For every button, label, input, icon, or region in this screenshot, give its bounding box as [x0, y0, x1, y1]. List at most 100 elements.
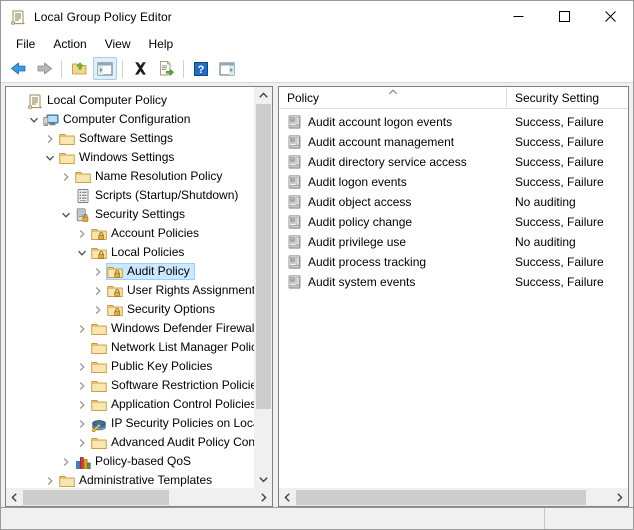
- menu-file[interactable]: File: [7, 34, 44, 54]
- chevron-right-icon[interactable]: [90, 262, 106, 281]
- scroll-left-arrow-icon[interactable]: [279, 489, 296, 506]
- table-row[interactable]: 10 010 Audit account management Success, Fa…: [279, 132, 628, 152]
- chevron-right-icon[interactable]: [74, 357, 90, 376]
- forward-button[interactable]: [32, 57, 56, 80]
- tree-hscroll-track[interactable]: [23, 489, 255, 506]
- chevron-down-icon[interactable]: [26, 110, 42, 129]
- tree-vscroll-thumb[interactable]: [256, 104, 271, 409]
- chevron-down-icon[interactable]: [74, 243, 90, 262]
- tree-item-content[interactable]: Network List Manager Policie: [90, 339, 254, 356]
- chevron-right-icon[interactable]: [42, 471, 58, 488]
- table-row[interactable]: 10 010 Audit policy change Success, Failure: [279, 212, 628, 232]
- menu-help[interactable]: Help: [140, 34, 183, 54]
- tree-item-content[interactable]: Local Policies: [90, 244, 189, 261]
- tree-item-content[interactable]: IP Security Policies on Local: [90, 415, 254, 433]
- tree-item-security-options[interactable]: Security Options: [6, 300, 254, 319]
- minimize-button[interactable]: [495, 1, 541, 32]
- chevron-right-icon[interactable]: [74, 319, 90, 338]
- tree-item-content[interactable]: Scripts (Startup/Shutdown): [74, 187, 243, 204]
- menu-action[interactable]: Action: [44, 34, 95, 54]
- up-one-level-button[interactable]: [67, 57, 91, 80]
- chevron-right-icon[interactable]: [74, 414, 90, 433]
- tree-item-content[interactable]: Software Restriction Policies: [90, 377, 254, 394]
- tree-item-security-settings[interactable]: Security Settings: [6, 205, 254, 224]
- tree-item-local-computer-policy[interactable]: Local Computer Policy: [6, 91, 254, 110]
- tree-hscroll-thumb[interactable]: [23, 490, 170, 505]
- tree-item-content[interactable]: Software Settings: [58, 130, 178, 147]
- chevron-right-icon[interactable]: [58, 167, 74, 186]
- tree-item-content[interactable]: Windows Settings: [58, 149, 179, 166]
- chevron-right-icon[interactable]: [74, 376, 90, 395]
- tree-vertical-scrollbar[interactable]: [254, 87, 272, 488]
- table-row[interactable]: 10 010 Audit privilege use No auditing: [279, 232, 628, 252]
- tree-item-ip-security-policies-on-local[interactable]: IP Security Policies on Local: [6, 414, 254, 433]
- tree-item-account-policies[interactable]: Account Policies: [6, 224, 254, 243]
- tree-item-content[interactable]: Local Computer Policy: [26, 92, 172, 109]
- tree-item-advanced-audit-policy-conf[interactable]: Advanced Audit Policy Conf: [6, 433, 254, 452]
- tree-item-administrative-templates[interactable]: Administrative Templates: [6, 471, 254, 488]
- tree-item-software-settings[interactable]: Software Settings: [6, 129, 254, 148]
- tree-item-content[interactable]: Windows Defender Firewall w: [90, 320, 254, 337]
- tree-item-windows-defender-firewall-w[interactable]: Windows Defender Firewall w: [6, 319, 254, 338]
- table-row[interactable]: 10 010 Audit process tracking Success, Fail…: [279, 252, 628, 272]
- scroll-up-arrow-icon[interactable]: [255, 87, 272, 104]
- tree-item-content[interactable]: Security Settings: [74, 206, 190, 223]
- chevron-right-icon[interactable]: [74, 395, 90, 414]
- tree-item-windows-settings[interactable]: Windows Settings: [6, 148, 254, 167]
- show-hide-action-pane-button[interactable]: [215, 57, 239, 80]
- chevron-right-icon[interactable]: [74, 224, 90, 243]
- tree-item-content[interactable]: Application Control Policies: [90, 396, 254, 413]
- tree-item-public-key-policies[interactable]: Public Key Policies: [6, 357, 254, 376]
- tree-item-content[interactable]: Public Key Policies: [90, 358, 217, 375]
- chevron-right-icon[interactable]: [90, 300, 106, 319]
- tree-item-network-list-manager-policie[interactable]: Network List Manager Policie: [6, 338, 254, 357]
- tree-item-content[interactable]: Security Options: [106, 301, 220, 318]
- tree-item-content[interactable]: Computer Configuration: [42, 111, 195, 128]
- chevron-right-icon[interactable]: [90, 281, 106, 300]
- tree-item-software-restriction-policies[interactable]: Software Restriction Policies: [6, 376, 254, 395]
- table-row[interactable]: 10 010 Audit logon events Success, Failure: [279, 172, 628, 192]
- chevron-down-icon[interactable]: [58, 205, 74, 224]
- tree-vscroll-track[interactable]: [255, 104, 272, 471]
- chevron-right-icon[interactable]: [74, 433, 90, 452]
- chevron-down-icon[interactable]: [42, 148, 58, 167]
- delete-button[interactable]: [128, 57, 152, 80]
- tree-item-content[interactable]: Audit Policy: [106, 263, 195, 280]
- back-button[interactable]: [6, 57, 30, 80]
- menu-view[interactable]: View: [96, 34, 140, 54]
- table-row[interactable]: 10 010 Audit account logon events Success, …: [279, 112, 628, 132]
- tree-item-content[interactable]: Advanced Audit Policy Conf: [90, 434, 254, 451]
- scroll-left-arrow-icon[interactable]: [6, 489, 23, 506]
- export-list-button[interactable]: [154, 57, 178, 80]
- table-row[interactable]: 10 010 Audit system events Success, Failure: [279, 272, 628, 292]
- chevron-right-icon[interactable]: [42, 129, 58, 148]
- show-hide-console-tree-button[interactable]: [93, 57, 117, 80]
- scroll-right-arrow-icon[interactable]: [255, 489, 272, 506]
- tree-horizontal-scrollbar[interactable]: [6, 488, 272, 506]
- list-horizontal-scrollbar[interactable]: [279, 488, 628, 506]
- tree-item-content[interactable]: Name Resolution Policy: [74, 168, 227, 185]
- table-row[interactable]: 10 010 Audit directory service access Succe…: [279, 152, 628, 172]
- tree-item-content[interactable]: Policy-based QoS: [74, 453, 196, 470]
- chevron-right-icon[interactable]: [58, 452, 74, 471]
- tree-item-scripts-startup-shutdown[interactable]: Scripts (Startup/Shutdown): [6, 186, 254, 205]
- column-header-security-setting[interactable]: Security Setting: [507, 87, 628, 108]
- tree-item-application-control-policies[interactable]: Application Control Policies: [6, 395, 254, 414]
- table-row[interactable]: 10 010 Audit object access No auditing: [279, 192, 628, 212]
- tree-item-local-policies[interactable]: Local Policies: [6, 243, 254, 262]
- list-hscroll-track[interactable]: [296, 489, 611, 506]
- scroll-right-arrow-icon[interactable]: [611, 489, 628, 506]
- tree-item-content[interactable]: Account Policies: [90, 225, 204, 242]
- close-button[interactable]: [587, 1, 633, 32]
- tree-item-user-rights-assignment[interactable]: User Rights Assignment: [6, 281, 254, 300]
- tree-item-policy-based-qos[interactable]: Policy-based QoS: [6, 452, 254, 471]
- tree-item-audit-policy[interactable]: Audit Policy: [6, 262, 254, 281]
- column-header-policy[interactable]: Policy: [279, 87, 507, 108]
- tree-item-content[interactable]: Administrative Templates: [58, 472, 217, 488]
- maximize-button[interactable]: [541, 1, 587, 32]
- tree-item-name-resolution-policy[interactable]: Name Resolution Policy: [6, 167, 254, 186]
- scroll-down-arrow-icon[interactable]: [255, 471, 272, 488]
- tree-item-content[interactable]: User Rights Assignment: [106, 282, 254, 299]
- tree-item-computer-configuration[interactable]: Computer Configuration: [6, 110, 254, 129]
- list-hscroll-thumb[interactable]: [296, 490, 586, 505]
